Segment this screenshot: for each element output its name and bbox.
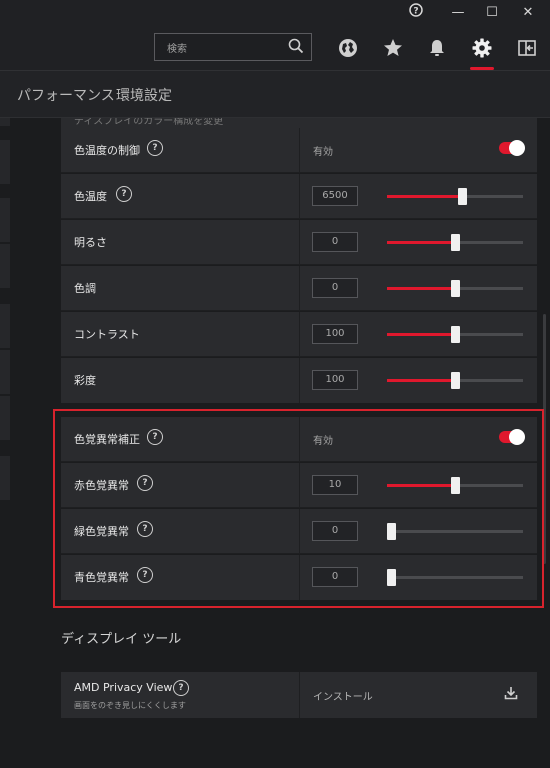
divider [299,358,300,403]
toolbar: 検索 [0,26,550,70]
hue-slider[interactable] [387,280,523,297]
side-nav-item[interactable] [0,304,10,348]
side-nav-item[interactable] [0,140,10,184]
close-button[interactable]: ✕ [517,3,539,23]
row-hue: 色調 0 [61,266,537,311]
row-label: AMD Privacy View [74,681,173,694]
slider-fill [387,195,462,198]
row-label: 色温度 [74,190,107,203]
slider-handle[interactable] [451,280,460,297]
help-icon[interactable]: ? [116,186,132,202]
color-temp-slider[interactable] [387,188,523,205]
side-nav-item[interactable] [0,244,10,288]
help-icon: ? [409,3,423,17]
globe-icon[interactable] [337,37,359,59]
side-nav-item[interactable] [0,118,10,126]
help-icon[interactable]: ? [147,140,163,156]
side-nav-item[interactable] [0,350,10,394]
contrast-slider[interactable] [387,326,523,343]
bell-icon[interactable] [426,37,448,59]
side-nav-item[interactable] [0,396,10,440]
cut-off-row: ディスプレイのカラー構成を変更 [61,118,537,128]
saturation-slider[interactable] [387,372,523,389]
gear-icon[interactable] [471,37,493,59]
maximize-button[interactable]: ☐ [481,3,503,23]
row-color-temp-control: 色温度の制御 ? 有効 [61,128,537,173]
divider [299,672,300,718]
row-brightness: 明るさ 0 [61,220,537,265]
side-nav-strip [0,118,10,768]
color-temp-value-field[interactable]: 6500 [312,186,358,206]
search-input[interactable]: 検索 [154,33,312,61]
toggle-knob [509,140,525,156]
side-nav-item[interactable] [0,456,10,500]
brightness-value-field[interactable]: 0 [312,232,358,252]
row-label: 彩度 [74,374,96,387]
slider-handle[interactable] [451,234,460,251]
tab-bar: パフォーマンス 環境設定 [0,71,550,118]
slider-fill [387,241,455,244]
slider-fill [387,333,455,336]
slider-handle[interactable] [451,326,460,343]
section-title-display-tools: ディスプレイ ツール [61,632,182,647]
svg-text:?: ? [413,7,418,17]
install-link[interactable]: インストール [313,688,373,703]
contrast-value-field[interactable]: 100 [312,324,358,344]
divider [299,174,300,218]
row-privacy-view: AMD Privacy View ? 画面をのぞき見しにくくします インストール [61,672,537,718]
side-nav-item[interactable] [0,198,10,242]
title-bar: ? — ☐ ✕ [0,0,550,26]
row-label: 色調 [74,282,96,295]
star-icon[interactable] [382,37,404,59]
slider-handle[interactable] [458,188,467,205]
help-button[interactable]: ? [405,3,427,23]
status-text: 有効 [313,147,333,158]
row-contrast: コントラスト 100 [61,312,537,357]
highlight-box [53,409,544,608]
tab-performance[interactable]: パフォーマンス [17,85,115,105]
hue-value-field[interactable]: 0 [312,278,358,298]
search-placeholder: 検索 [167,44,187,55]
row-sublabel: 画面をのぞき見しにくくします [74,701,186,710]
saturation-value-field[interactable]: 100 [312,370,358,390]
help-icon[interactable]: ? [173,680,189,696]
row-label: 明るさ [74,236,107,249]
row-label: コントラスト [74,328,140,341]
search-icon[interactable] [287,37,305,55]
divider [299,220,300,264]
divider [299,312,300,356]
tab-preferences[interactable]: 環境設定 [116,85,172,105]
row-label: 色温度の制御 [74,144,140,157]
minimize-button[interactable]: — [447,3,469,23]
row-saturation: 彩度 100 [61,358,537,403]
divider [299,128,300,172]
slider-handle[interactable] [451,372,460,389]
download-icon[interactable] [503,685,519,701]
slider-fill [387,379,455,382]
exit-icon[interactable] [516,37,538,59]
row-color-temp: 色温度 ? 6500 [61,174,537,219]
brightness-slider[interactable] [387,234,523,251]
color-temp-toggle[interactable] [499,140,525,156]
divider [299,266,300,310]
slider-fill [387,287,455,290]
